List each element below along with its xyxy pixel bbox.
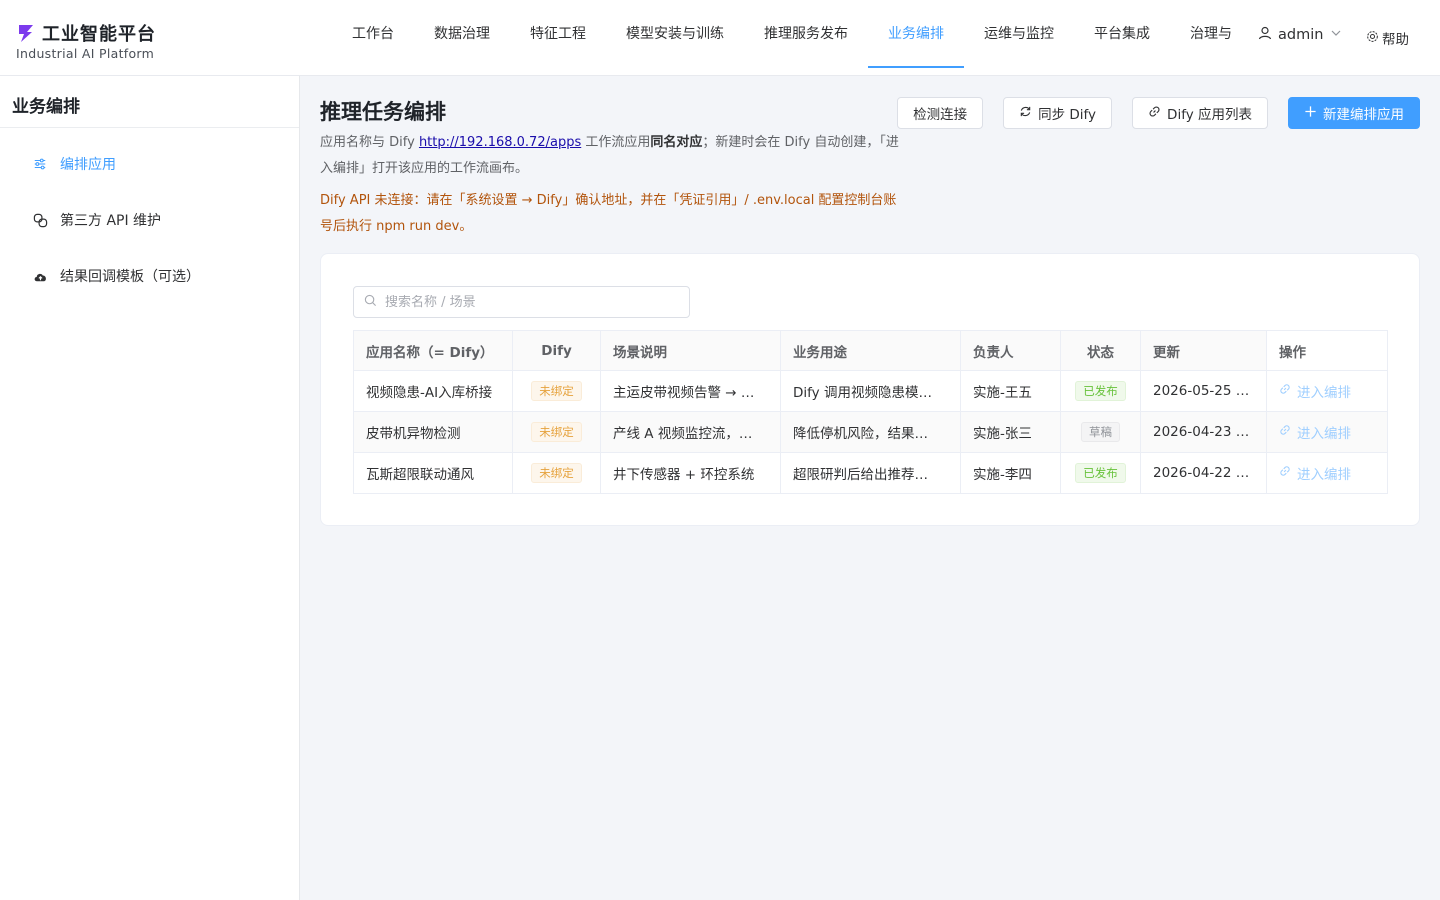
cell-owner: 实施-王五 (960, 370, 1061, 412)
link-icon (1279, 465, 1291, 481)
sync-dify-button[interactable]: 同步 Dify (1003, 97, 1113, 129)
nav-item-ops-monitoring[interactable]: 运维与监控 (964, 0, 1074, 68)
help-button[interactable]: 帮助 (1366, 28, 1409, 48)
column-header-name: 应用名称（= Dify） (353, 330, 513, 371)
sidebar: 业务编排 编排应用 第三方 API 维护 结果回调模板（可选） (0, 76, 300, 900)
cell-scene: 产线 A 视频监控流，… (600, 411, 781, 453)
nav-item-governance[interactable]: 治理与 (1170, 0, 1236, 68)
enter-orchestration-link[interactable]: 进入编排 (1279, 381, 1351, 401)
nav-item-data-governance[interactable]: 数据治理 (414, 0, 510, 68)
cell-updated: 2026-04-23 10:20 (1140, 411, 1267, 453)
cell-updated: 2026-05-25 14:00 (1140, 370, 1267, 412)
create-orchestration-app-label: 新建编排应用 (1323, 107, 1404, 123)
main-nav: 工作台 数据治理 特征工程 模型安装与训练 推理服务发布 业务编排 运维与监控 … (332, 0, 1236, 76)
status-badge: 已发布 (1075, 381, 1126, 401)
column-header-owner: 负责人 (960, 330, 1061, 371)
page-title: 推理任务编排 (320, 100, 446, 124)
nav-item-workbench[interactable]: 工作台 (332, 0, 414, 68)
nav-item-orchestration[interactable]: 业务编排 (868, 0, 964, 68)
dify-binding-badge: 未绑定 (531, 422, 582, 442)
column-header-updated: 更新 (1140, 330, 1267, 371)
column-header-purpose: 业务用途 (780, 330, 961, 371)
sidebar-item-callback-templates[interactable]: 结果回调模板（可选） (0, 248, 299, 304)
nav-item-platform-integration[interactable]: 平台集成 (1074, 0, 1170, 68)
dify-app-list-label: Dify 应用列表 (1167, 107, 1252, 123)
sidebar-item-label: 编排应用 (60, 157, 116, 173)
lightning-icon (16, 23, 36, 43)
cell-name: 皮带机异物检测 (353, 411, 513, 453)
dify-binding-badge: 未绑定 (531, 381, 582, 401)
search-input[interactable] (385, 294, 675, 310)
cell-purpose: 降低停机风险，结果… (780, 411, 961, 453)
main-content: 推理任务编排 检测连接 同步 Dify Dify 应用列表 新建编排应用 应用名… (300, 76, 1440, 900)
cell-scene: 主运皮带视频告警 → … (600, 370, 781, 412)
status-badge: 已发布 (1075, 463, 1126, 483)
dify-app-list-button[interactable]: Dify 应用列表 (1132, 97, 1268, 129)
column-header-status: 状态 (1060, 330, 1141, 371)
check-connection-label: 检测连接 (913, 107, 968, 123)
brand-title: 工业智能平台 (42, 24, 156, 45)
cloud-upload-icon (32, 268, 48, 284)
table-row: 皮带机异物检测 未绑定 产线 A 视频监控流，… 降低停机风险，结果… 实施-张… (353, 411, 1388, 453)
column-header-scene: 场景说明 (600, 330, 781, 371)
cell-name: 瓦斯超限联动通风 (353, 452, 513, 494)
table-row: 视频隐患-AI入库桥接 未绑定 主运皮带视频告警 → … Dify 调用视频隐患… (353, 370, 1388, 412)
user-icon (1258, 26, 1272, 44)
sidebar-item-label: 结果回调模板（可选） (60, 269, 200, 285)
cell-owner: 实施-张三 (960, 411, 1061, 453)
nav-item-feature-engineering[interactable]: 特征工程 (510, 0, 606, 68)
apps-table-card: 应用名称（= Dify） Dify 场景说明 业务用途 负责人 状态 更新 操作… (320, 253, 1420, 526)
link-icon (1279, 424, 1291, 440)
cell-owner: 实施-李四 (960, 452, 1061, 494)
cell-name: 视频隐患-AI入库桥接 (353, 370, 513, 412)
apps-table: 应用名称（= Dify） Dify 场景说明 业务用途 负责人 状态 更新 操作… (353, 330, 1388, 494)
link-icon (1279, 383, 1291, 399)
dify-apps-link[interactable]: http://192.168.0.72/apps (419, 135, 581, 150)
column-header-actions: 操作 (1266, 330, 1388, 371)
gear-icon (1366, 30, 1379, 47)
help-label: 帮助 (1382, 32, 1409, 48)
top-header: 工业智能平台 Industrial AI Platform 工作台 数据治理 特… (0, 0, 1440, 76)
search-icon (364, 294, 377, 311)
sidebar-item-label: 第三方 API 维护 (60, 213, 162, 229)
nav-item-model-training[interactable]: 模型安装与训练 (606, 0, 744, 68)
refresh-icon (1019, 105, 1032, 122)
plus-icon (1304, 105, 1317, 122)
create-orchestration-app-button[interactable]: 新建编排应用 (1288, 97, 1420, 129)
cell-purpose: Dify 调用视频隐患模… (780, 370, 961, 412)
nav-item-inference-publish[interactable]: 推理服务发布 (744, 0, 868, 68)
table-header-row: 应用名称（= Dify） Dify 场景说明 业务用途 负责人 状态 更新 操作 (353, 330, 1388, 371)
dify-binding-badge: 未绑定 (531, 463, 582, 483)
enter-orchestration-link[interactable]: 进入编排 (1279, 463, 1351, 483)
dify-connection-warning: Dify API 未连接：请在「系统设置 → Dify」确认地址，并在「凭证引用… (320, 193, 897, 234)
cell-scene: 井下传感器 + 环控系统 (600, 452, 781, 494)
enter-orchestration-link[interactable]: 进入编排 (1279, 422, 1351, 442)
cell-purpose: 超限研判后给出推荐… (780, 452, 961, 494)
search-box[interactable] (353, 286, 690, 318)
sidebar-title: 业务编排 (0, 76, 299, 128)
column-header-dify: Dify (512, 330, 601, 371)
table-row: 瓦斯超限联动通风 未绑定 井下传感器 + 环控系统 超限研判后给出推荐… 实施-… (353, 452, 1388, 494)
user-name: admin (1278, 27, 1324, 43)
user-menu[interactable]: admin (1258, 26, 1343, 44)
chevron-down-icon (1329, 26, 1343, 44)
sync-dify-label: 同步 Dify (1038, 107, 1097, 123)
link-icon (32, 212, 48, 228)
sidebar-item-third-party-api[interactable]: 第三方 API 维护 (0, 192, 299, 248)
page-description: 应用名称与 Dify http://192.168.0.72/apps 工作流应… (320, 135, 899, 176)
sliders-icon (32, 156, 48, 172)
check-connection-button[interactable]: 检测连接 (897, 97, 984, 129)
toolbar: 检测连接 同步 Dify Dify 应用列表 新建编排应用 (897, 97, 1420, 129)
brand-subtitle: Industrial AI Platform (16, 46, 155, 61)
status-badge: 草稿 (1081, 422, 1120, 442)
link-icon (1148, 105, 1161, 122)
sidebar-item-orchestration-apps[interactable]: 编排应用 (0, 136, 299, 192)
cell-updated: 2026-04-22 15:00 (1140, 452, 1267, 494)
brand-logo[interactable]: 工业智能平台 Industrial AI Platform (16, 20, 156, 61)
